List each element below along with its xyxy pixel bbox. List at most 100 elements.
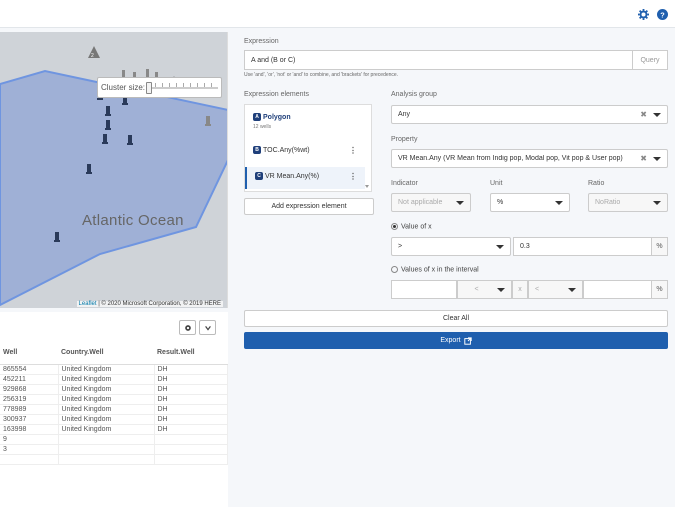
table-header-row: Well Country.Well Result.Well	[0, 342, 228, 365]
clear-icon[interactable]: ✖	[640, 110, 647, 119]
table-row[interactable]: 9	[0, 434, 228, 445]
export-button[interactable]: Export	[244, 332, 668, 349]
query-button[interactable]: Query	[633, 50, 668, 70]
help-icon[interactable]: ?	[655, 7, 669, 21]
ocean-label: Atlantic Ocean	[82, 212, 184, 229]
table-row[interactable]: 778989 United Kingdom DH	[0, 404, 228, 415]
column-header[interactable]: Well	[0, 342, 58, 365]
table-row[interactable]: 256319 United Kingdom DH	[0, 394, 228, 405]
table-cell	[154, 434, 228, 445]
value-x-input[interactable]: 0.3	[513, 237, 652, 256]
table-cell: United Kingdom	[58, 394, 155, 405]
element-badge: C	[255, 172, 263, 180]
table-cell: 929868	[0, 384, 59, 395]
table-cell: 3	[0, 444, 59, 455]
chevron-down-icon	[497, 288, 505, 292]
table-cell: United Kingdom	[58, 424, 155, 435]
unit-select[interactable]: %	[490, 193, 570, 212]
table-settings-button[interactable]	[179, 320, 196, 335]
interval-max-input[interactable]	[583, 280, 652, 299]
table-row[interactable]: 929868 United Kingdom DH	[0, 384, 228, 395]
analysis-group-select[interactable]: Any ✖	[391, 105, 668, 124]
table-cell	[154, 444, 228, 455]
expression-label: Expression	[244, 38, 279, 45]
interval-unit: %	[652, 280, 668, 299]
radio-interval[interactable]	[391, 266, 398, 273]
table-row[interactable]	[0, 454, 228, 465]
element-badge: B	[253, 146, 261, 154]
clear-all-button[interactable]: Clear All	[244, 310, 668, 327]
table-cell: United Kingdom	[58, 384, 155, 395]
table-cell: DH	[154, 364, 228, 375]
table-cell	[58, 454, 155, 465]
expression-elements-list: A Polygon 12 wells B TOC.Any(%wt) ⋮ C VR Me…	[244, 104, 372, 192]
table-cell: 778989	[0, 404, 59, 415]
attribution-text: | © 2020 Microsoft Corporation, © 2019 H…	[96, 301, 221, 307]
results-table-panel: Well Country.Well Result.Well 865554 Unit…	[0, 312, 228, 507]
table-row[interactable]: 3	[0, 444, 228, 455]
table-cell	[58, 444, 155, 455]
chevron-down-icon	[653, 157, 661, 161]
kebab-icon[interactable]: ⋮	[349, 146, 357, 155]
scroll-down-icon[interactable]	[365, 185, 369, 188]
cluster-count: 2	[91, 53, 94, 59]
chevron-down-icon	[456, 201, 464, 205]
expression-input[interactable]: A and (B or C)	[244, 50, 633, 70]
interval-x-label: x	[512, 280, 528, 299]
value-x-option[interactable]: Value of x	[391, 223, 432, 230]
table-row[interactable]: 452211 United Kingdom DH	[0, 374, 228, 385]
column-header[interactable]: Country.Well	[58, 342, 154, 365]
table-cell: 256319	[0, 394, 59, 405]
interval-op1-select[interactable]: <	[457, 280, 512, 299]
property-value: VR Mean.Any (VR Mean from Indig pop, Mod…	[398, 155, 623, 162]
map[interactable]: 2 2 2 Cluster size: Atlantic Ocean Leafl…	[0, 32, 228, 308]
value-x-value: 0.3	[520, 243, 530, 250]
ratio-select[interactable]: NoRatio	[588, 193, 668, 212]
indicator-select[interactable]: Not applicable	[391, 193, 471, 212]
gear-icon[interactable]	[636, 7, 650, 21]
interval-op2: <	[535, 286, 540, 293]
interval-op1: <	[474, 286, 479, 293]
chevron-down-icon	[496, 245, 504, 249]
table-cell	[58, 434, 155, 445]
radio-value-x[interactable]	[391, 223, 398, 230]
table-cell: United Kingdom	[58, 374, 155, 385]
cluster-size-handle[interactable]	[146, 81, 153, 94]
chevron-down-icon	[653, 201, 661, 205]
external-link-icon	[463, 336, 472, 345]
cluster-size-slider[interactable]	[146, 81, 218, 94]
leaflet-link[interactable]: Leaflet	[79, 301, 97, 307]
add-expression-element-button[interactable]: Add expression element	[244, 198, 374, 215]
interval-op2-select[interactable]: <	[528, 280, 583, 299]
interval-option[interactable]: Values of x in the interval	[391, 266, 479, 273]
svg-text:?: ?	[660, 10, 665, 19]
table-row[interactable]: 163998 United Kingdom DH	[0, 424, 228, 435]
table-row[interactable]: 865554 United Kingdom DH	[0, 364, 228, 375]
chevron-down-icon	[568, 288, 576, 292]
interval-label: Values of x in the interval	[401, 266, 479, 274]
table-collapse-button[interactable]	[199, 320, 216, 335]
element-subtext: 12 wells	[253, 124, 272, 130]
table-row[interactable]: 300937 United Kingdom DH	[0, 414, 228, 425]
cluster-size-control: Cluster size:	[97, 77, 222, 98]
table-cell: United Kingdom	[58, 364, 155, 375]
table-cell	[154, 454, 228, 465]
table-cell: United Kingdom	[58, 414, 155, 425]
ratio-value: NoRatio	[595, 199, 621, 206]
clear-icon[interactable]: ✖	[640, 154, 647, 163]
table-cell: DH	[154, 374, 228, 385]
element-item-a[interactable]: A Polygon 12 wells	[245, 113, 365, 137]
analysis-group-value: Any	[398, 111, 411, 118]
element-item-c[interactable]: C VR Mean.Any(%) ⋮	[245, 167, 365, 189]
element-item-b[interactable]: B TOC.Any(%wt) ⋮	[245, 146, 365, 162]
table-cell: DH	[154, 414, 228, 425]
map-canvas: 2 2 2	[0, 46, 227, 307]
value-x-operator-select[interactable]: >	[391, 237, 511, 256]
ratio-label: Ratio	[588, 180, 605, 187]
chevron-down-icon	[204, 325, 211, 331]
column-header[interactable]: Result.Well	[154, 342, 228, 365]
interval-min-input[interactable]	[391, 280, 457, 299]
kebab-icon[interactable]: ⋮	[349, 172, 357, 181]
property-select[interactable]: VR Mean.Any (VR Mean from Indig pop, Mod…	[391, 149, 668, 168]
table-cell: 865554	[0, 364, 59, 375]
